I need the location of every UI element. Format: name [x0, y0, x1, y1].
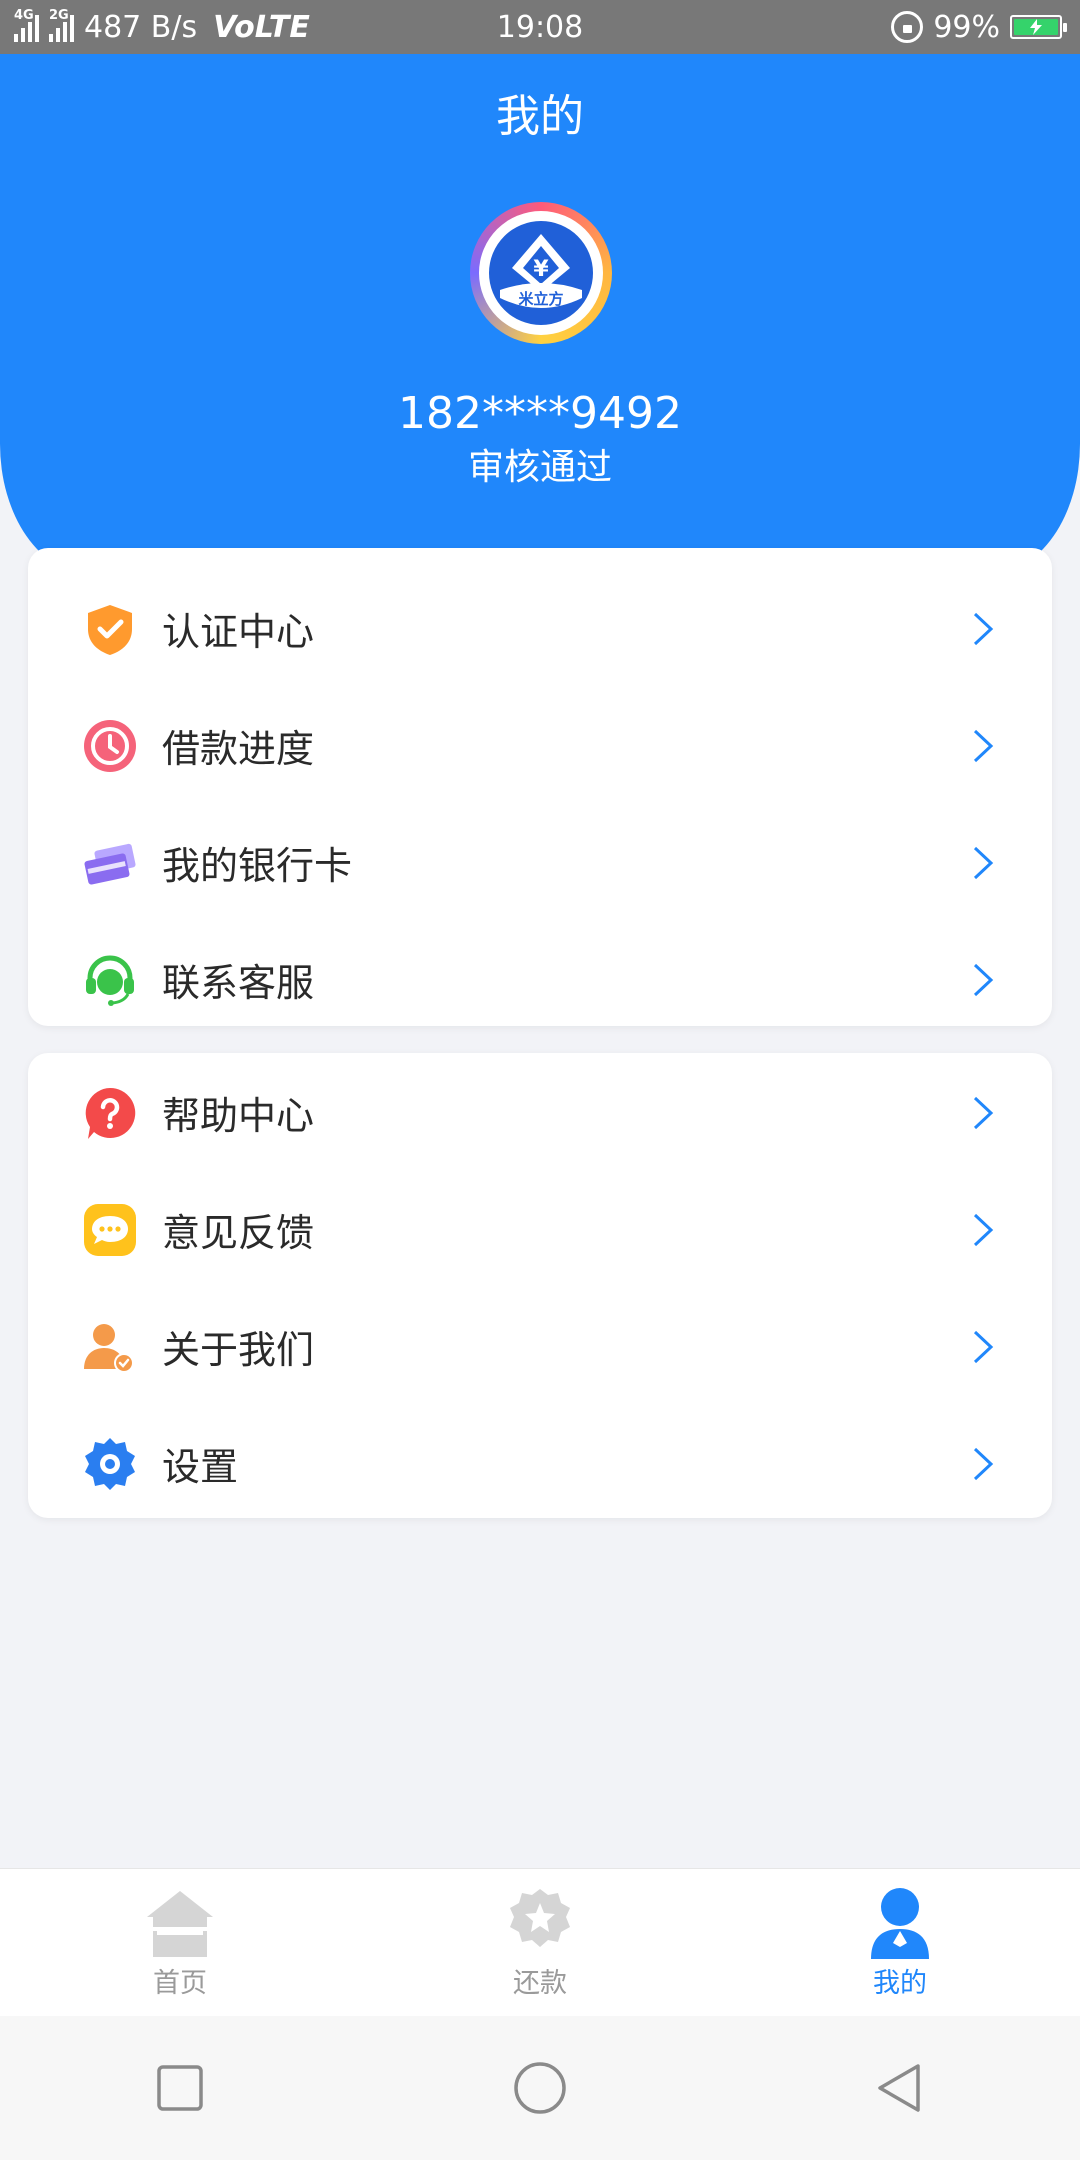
home-icon [147, 1891, 213, 1957]
rotation-lock-icon [891, 11, 924, 43]
user-icon [871, 1888, 929, 1959]
chevron-right-icon [973, 1447, 994, 1480]
logo-symbol: ¥ [533, 257, 549, 282]
menu-item-bank-card[interactable]: 我的银行卡 [28, 804, 1052, 921]
nav-tab-repay[interactable]: 还款 [360, 1869, 720, 2017]
home-circle-icon[interactable] [510, 2058, 570, 2118]
system-nav-bar [0, 2016, 1080, 2160]
bottom-nav: 首页 还款 我的 [0, 1868, 1080, 2017]
menu-card-secondary: 帮助中心 意见反馈 关于我们 设置 [28, 1053, 1052, 1518]
charging-bolt-icon [1030, 19, 1042, 35]
signal-2g-label: 2G [49, 8, 69, 23]
battery-percent: 99% [933, 9, 1000, 45]
menu-label: 设置 [162, 1445, 239, 1489]
bank-card-icon [84, 843, 136, 885]
recent-apps-icon[interactable] [150, 2058, 210, 2118]
gear-icon [85, 1437, 135, 1490]
profile-header: 我的 ¥ 米立方 182****9492 审核通过 [0, 54, 1080, 574]
status-right: 99% [891, 9, 1067, 45]
help-icon [85, 1087, 136, 1139]
menu-item-about-us[interactable]: 关于我们 [28, 1288, 1052, 1405]
chevron-right-icon [973, 1213, 994, 1246]
battery-icon [1010, 15, 1067, 39]
user-badge-icon [84, 1323, 134, 1373]
shield-check-icon [88, 604, 132, 655]
menu-label: 关于我们 [162, 1328, 315, 1372]
signal-4g-label: 4G [14, 8, 34, 23]
menu-label: 我的银行卡 [162, 844, 353, 888]
logo-text: 米立方 [518, 290, 563, 308]
status-left: 4G 2G 487 B/s VoLTE [14, 8, 310, 45]
page-title: 我的 [496, 91, 584, 142]
chevron-right-icon [973, 729, 994, 762]
menu-item-customer-service[interactable]: 联系客服 [28, 921, 1052, 1038]
nav-label: 还款 [513, 1968, 567, 1999]
chevron-right-icon [973, 1330, 994, 1363]
headset-icon [86, 955, 134, 1006]
review-status: 审核通过 [467, 447, 612, 488]
menu-label: 帮助中心 [162, 1094, 315, 1138]
menu-item-settings[interactable]: 设置 [28, 1405, 1052, 1522]
chevron-right-icon [973, 846, 994, 879]
chevron-right-icon [973, 1096, 994, 1129]
app-logo-icon: ¥ 米立方 [489, 221, 593, 325]
menu-item-feedback[interactable]: 意见反馈 [28, 1171, 1052, 1288]
menu-card-primary: 认证中心 借款进度 我的银行卡 联系客服 [28, 548, 1052, 1026]
menu-item-loan-progress[interactable]: 借款进度 [28, 687, 1052, 804]
user-phone: 182****9492 [398, 388, 682, 439]
signal-2g-icon: 2G [49, 8, 74, 42]
chat-bubble-icon [84, 1203, 136, 1256]
avatar[interactable]: ¥ 米立方 [470, 202, 612, 344]
clock-icon [84, 719, 136, 772]
volte-indicator: VoLTE [213, 9, 310, 45]
menu-label: 借款进度 [162, 727, 315, 771]
menu-item-verification-center[interactable]: 认证中心 [28, 570, 1052, 687]
menu-label: 意见反馈 [162, 1211, 315, 1255]
back-triangle-icon[interactable] [870, 2058, 930, 2118]
nav-tab-home[interactable]: 首页 [0, 1869, 360, 2017]
net-speed: 487 B/s [84, 9, 198, 45]
chevron-right-icon [973, 612, 994, 645]
nav-label: 我的 [873, 1968, 927, 1999]
nav-label: 首页 [153, 1968, 207, 1999]
menu-label: 联系客服 [162, 961, 315, 1005]
signal-4g-icon: 4G [14, 8, 39, 42]
chevron-right-icon [973, 963, 994, 996]
status-bar: 4G 2G 487 B/s VoLTE 19:08 99% [0, 0, 1080, 54]
repay-star-icon [510, 1889, 570, 1947]
menu-item-help-center[interactable]: 帮助中心 [28, 1054, 1052, 1171]
menu-label: 认证中心 [162, 610, 315, 654]
nav-tab-mine[interactable]: 我的 [720, 1869, 1080, 2017]
